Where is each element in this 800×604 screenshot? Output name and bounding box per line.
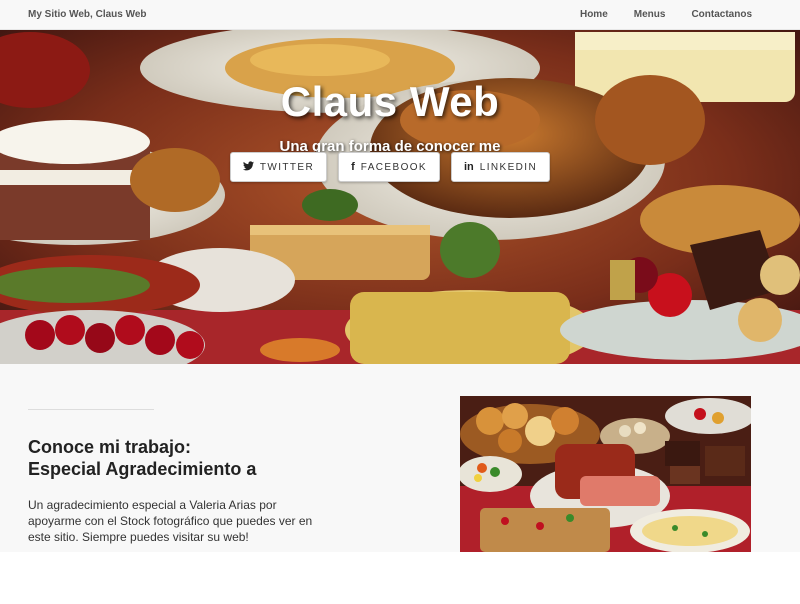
nav-link-menus[interactable]: Menus [634,9,666,20]
food-spread-image [460,396,751,552]
hero-banner: Claus Web Una gran forma de conocer me T… [0,30,800,364]
nav-link-home[interactable]: Home [580,9,608,20]
facebook-icon: f [351,161,355,173]
twitter-button[interactable]: TWITTER [229,152,328,182]
social-buttons: TWITTER f FACEBOOK in LINKEDIN [0,152,780,182]
content-section: Conoce mi trabajo: Especial Agradecimien… [0,364,800,552]
nav-link-contactanos[interactable]: Contactanos [691,9,752,20]
navbar: My Sitio Web, Claus Web Home Menus Conta… [0,0,800,30]
linkedin-button[interactable]: in LINKEDIN [451,152,551,182]
brand-link[interactable]: My Sitio Web, Claus Web [28,9,147,20]
facebook-button[interactable]: f FACEBOOK [338,152,440,182]
section-title: Conoce mi trabajo: Especial Agradecimien… [28,436,388,480]
nav-links: Home Menus Contactanos [554,9,752,20]
twitter-icon [242,160,254,174]
section-divider [28,409,154,410]
section-text: Un agradecimiento especial a Valeria Ari… [28,498,313,544]
twitter-label: TWITTER [259,161,315,173]
section-title-line2: Especial Agradecimiento a [28,459,257,479]
section-title-line1: Conoce mi trabajo: [28,437,192,457]
facebook-label: FACEBOOK [360,161,427,173]
linkedin-icon: in [464,161,474,173]
hero-title: Claus Web [280,78,500,125]
linkedin-label: LINKEDIN [479,161,538,173]
